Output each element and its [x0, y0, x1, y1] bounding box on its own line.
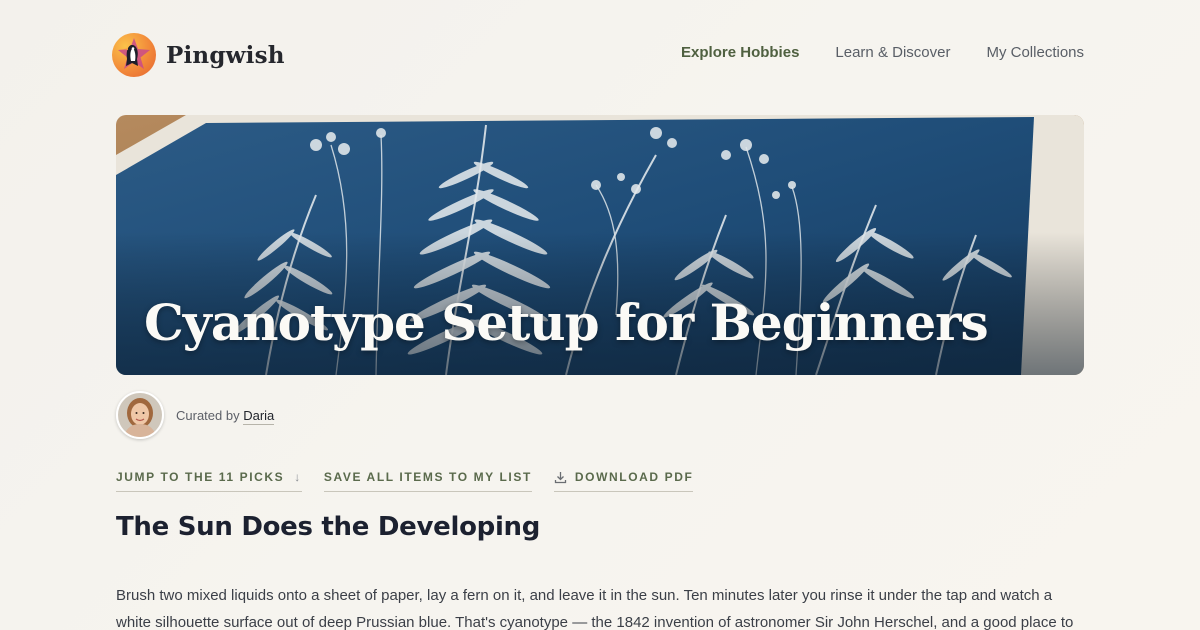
hero-title: Cyanotype Setup for Beginners — [144, 293, 989, 352]
brand-logo[interactable]: Pingwish — [112, 33, 285, 77]
save-all-items-label: SAVE ALL ITEMS TO MY LIST — [323, 470, 532, 484]
curator-info: Curated by Daria — [116, 391, 275, 439]
jump-to-picks-label: JUMP TO THE 11 PICKS — [116, 470, 285, 484]
nav-explore-hobbies[interactable]: Explore Hobbies — [681, 44, 799, 61]
section-heading: The Sun Does the Developing — [116, 512, 541, 542]
site-header: Pingwish Explore Hobbies Learn & Discove… — [112, 32, 1084, 80]
curated-by-text: Curated by Daria — [176, 407, 275, 425]
download-icon — [554, 471, 567, 484]
hero-banner: Cyanotype Setup for Beginners — [116, 115, 1084, 375]
article-actions: JUMP TO THE 11 PICKS ↓ SAVE ALL ITEMS TO… — [116, 470, 715, 492]
save-all-items-link[interactable]: SAVE ALL ITEMS TO MY LIST — [323, 470, 532, 492]
jump-to-picks-link[interactable]: JUMP TO THE 11 PICKS ↓ — [116, 470, 302, 492]
curated-by-label: Curated by — [176, 407, 240, 423]
arrow-down-icon: ↓ — [294, 470, 302, 484]
nav-my-collections[interactable]: My Collections — [986, 44, 1084, 61]
brand-name: Pingwish — [166, 41, 285, 69]
main-nav: Explore Hobbies Learn & Discover My Coll… — [681, 44, 1084, 61]
download-pdf-link[interactable]: DOWNLOAD PDF — [553, 470, 694, 492]
download-pdf-label: DOWNLOAD PDF — [574, 470, 694, 484]
curator-name-link[interactable]: Daria — [243, 407, 275, 425]
curator-avatar[interactable] — [116, 391, 164, 439]
article-paragraph: Brush two mixed liquids onto a sheet of … — [116, 587, 1074, 630]
penguin-logo-icon — [112, 33, 156, 77]
nav-learn-discover[interactable]: Learn & Discover — [835, 44, 950, 61]
